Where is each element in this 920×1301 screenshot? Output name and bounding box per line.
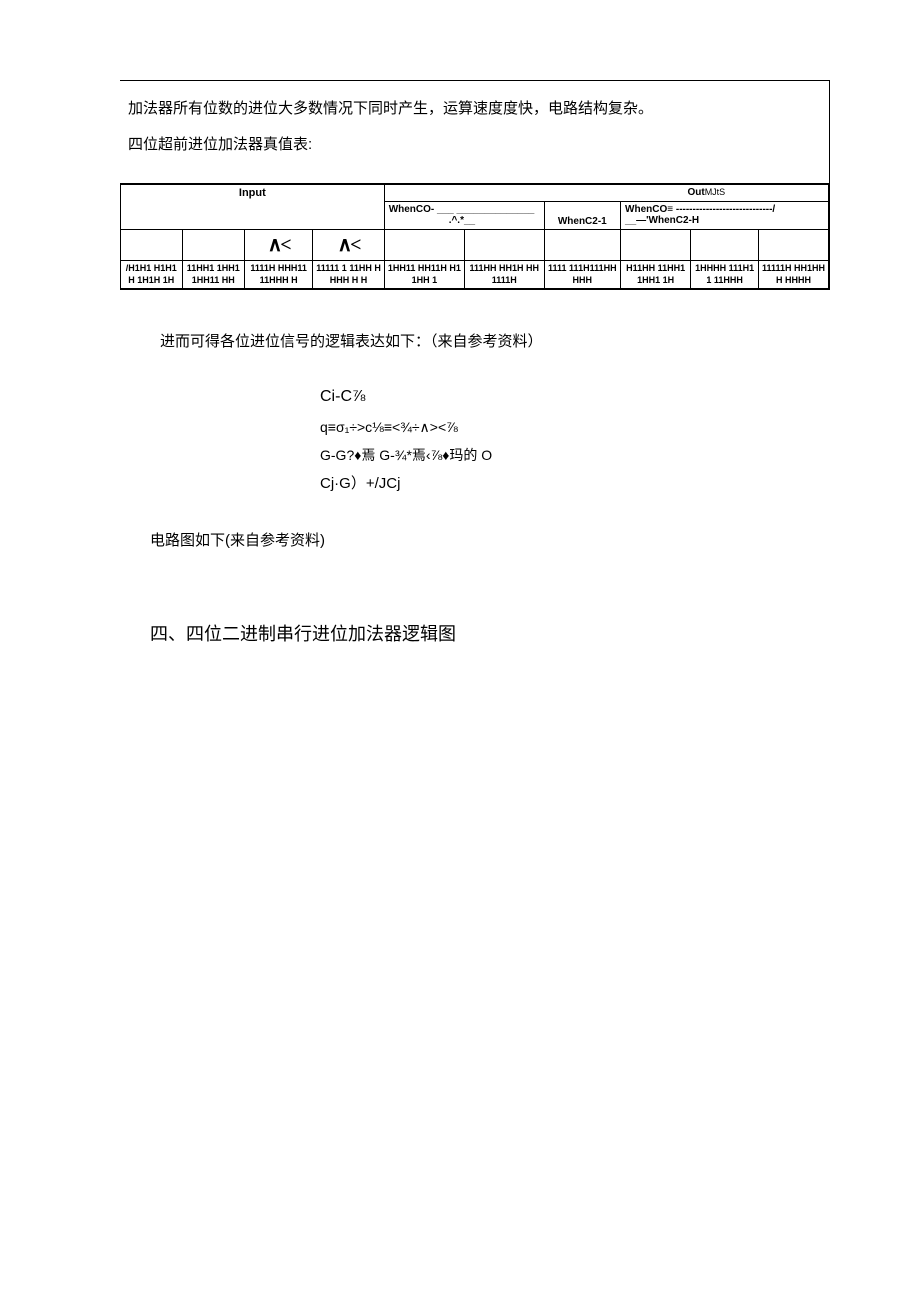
- empty-cell: [465, 230, 545, 261]
- data-cell-7: H11HH 11HH1 1HH1 1H: [621, 261, 691, 289]
- empty-cell: [121, 230, 183, 261]
- output-header: OutMJtS: [384, 185, 828, 202]
- data-cell-6: 1111 111H111HH HHH: [544, 261, 620, 289]
- table-header-row-1: Input OutMJtS: [121, 185, 829, 202]
- description-line-2: 四位超前进位加法器真值表:: [128, 127, 821, 163]
- empty-cell: [759, 230, 829, 261]
- truth-table: Input OutMJtS WhenCO- ___ ______________…: [120, 183, 829, 289]
- empty-cell: [621, 230, 691, 261]
- page: 加法器所有位数的进位大多数情况下同时产生，运算速度度快，电路结构复杂。 四位超前…: [0, 0, 920, 686]
- formula-1: Ci-C⅞: [320, 381, 830, 413]
- logic-expression-intro: 进而可得各位进位信号的逻辑表达如下：（来自参考资料）: [160, 330, 830, 351]
- empty-cell: [182, 230, 244, 261]
- when-c2-h: __—'WhenC2-H: [625, 215, 699, 226]
- data-cell-9: 11111H HH1HHH HHHH: [759, 261, 829, 289]
- symbol-cell-2: ∧<: [313, 230, 384, 261]
- truth-table-grid: Input OutMJtS WhenCO- ___ ______________…: [120, 184, 829, 289]
- table-symbol-row: ∧< ∧<: [121, 230, 829, 261]
- data-cell-0: /H1H1 H1H1H 1H1H 1H: [121, 261, 183, 289]
- data-cell-3: 11111 1 11HH HHHH H H: [313, 261, 384, 289]
- data-cell-4: 1HH11 HH11H H11HH 1: [384, 261, 464, 289]
- when-co-right-label: WhenCO≡ -----------------------------/: [625, 204, 775, 215]
- data-cell-5: 111HH HH1H HH 1111H: [465, 261, 545, 289]
- section-4-title: 四、四位二进制串行进位加法器逻辑图: [150, 620, 830, 646]
- bordered-text-box: 加法器所有位数的进位大多数情况下同时产生，运算速度度快，电路结构复杂。 四位超前…: [120, 80, 830, 290]
- input-header: Input: [121, 185, 385, 230]
- description-block: 加法器所有位数的进位大多数情况下同时产生，运算速度度快，电路结构复杂。 四位超前…: [120, 81, 829, 183]
- when-co-right: WhenCO≡ -----------------------------/ _…: [621, 201, 829, 229]
- description-line-1: 加法器所有位数的进位大多数情况下同时产生，运算速度度快，电路结构复杂。: [128, 91, 821, 127]
- out-suffix: MJtS: [705, 187, 726, 197]
- when-co-label: WhenCO-: [389, 204, 435, 215]
- when-co-left: WhenCO- ___ ______________ .^.*__: [384, 201, 544, 229]
- empty-cell: [544, 230, 620, 261]
- when-co-sub: .^.*__: [449, 215, 475, 226]
- data-cell-2: 1111H HHH11 11HHH H: [244, 261, 313, 289]
- formula-block: Ci-C⅞ q≡σ₁÷>c⅛≡<¾÷∧><⅞ G-G?♦焉 G-¾*焉‹⅞♦玛的…: [320, 381, 830, 499]
- formula-3: G-G?♦焉 G-¾*焉‹⅞♦玛的 O: [320, 441, 830, 469]
- circuit-diagram-intro: 电路图如下(来自参考资料): [150, 529, 830, 550]
- formula-2: q≡σ₁÷>c⅛≡<¾÷∧><⅞: [320, 413, 830, 441]
- empty-cell: [691, 230, 759, 261]
- formula-4: Cj·G）+/JCj: [320, 469, 830, 499]
- data-cell-1: 11HH1 1HH1 1HH11 HH: [182, 261, 244, 289]
- when-c2-1: WhenC2-1: [544, 201, 620, 229]
- empty-cell: [384, 230, 464, 261]
- out-label: Out: [687, 187, 704, 198]
- table-data-row: /H1H1 H1H1H 1H1H 1H 11HH1 1HH1 1HH11 HH …: [121, 261, 829, 289]
- data-cell-8: 1HHHH 111H11 11HHH: [691, 261, 759, 289]
- symbol-cell-1: ∧<: [244, 230, 313, 261]
